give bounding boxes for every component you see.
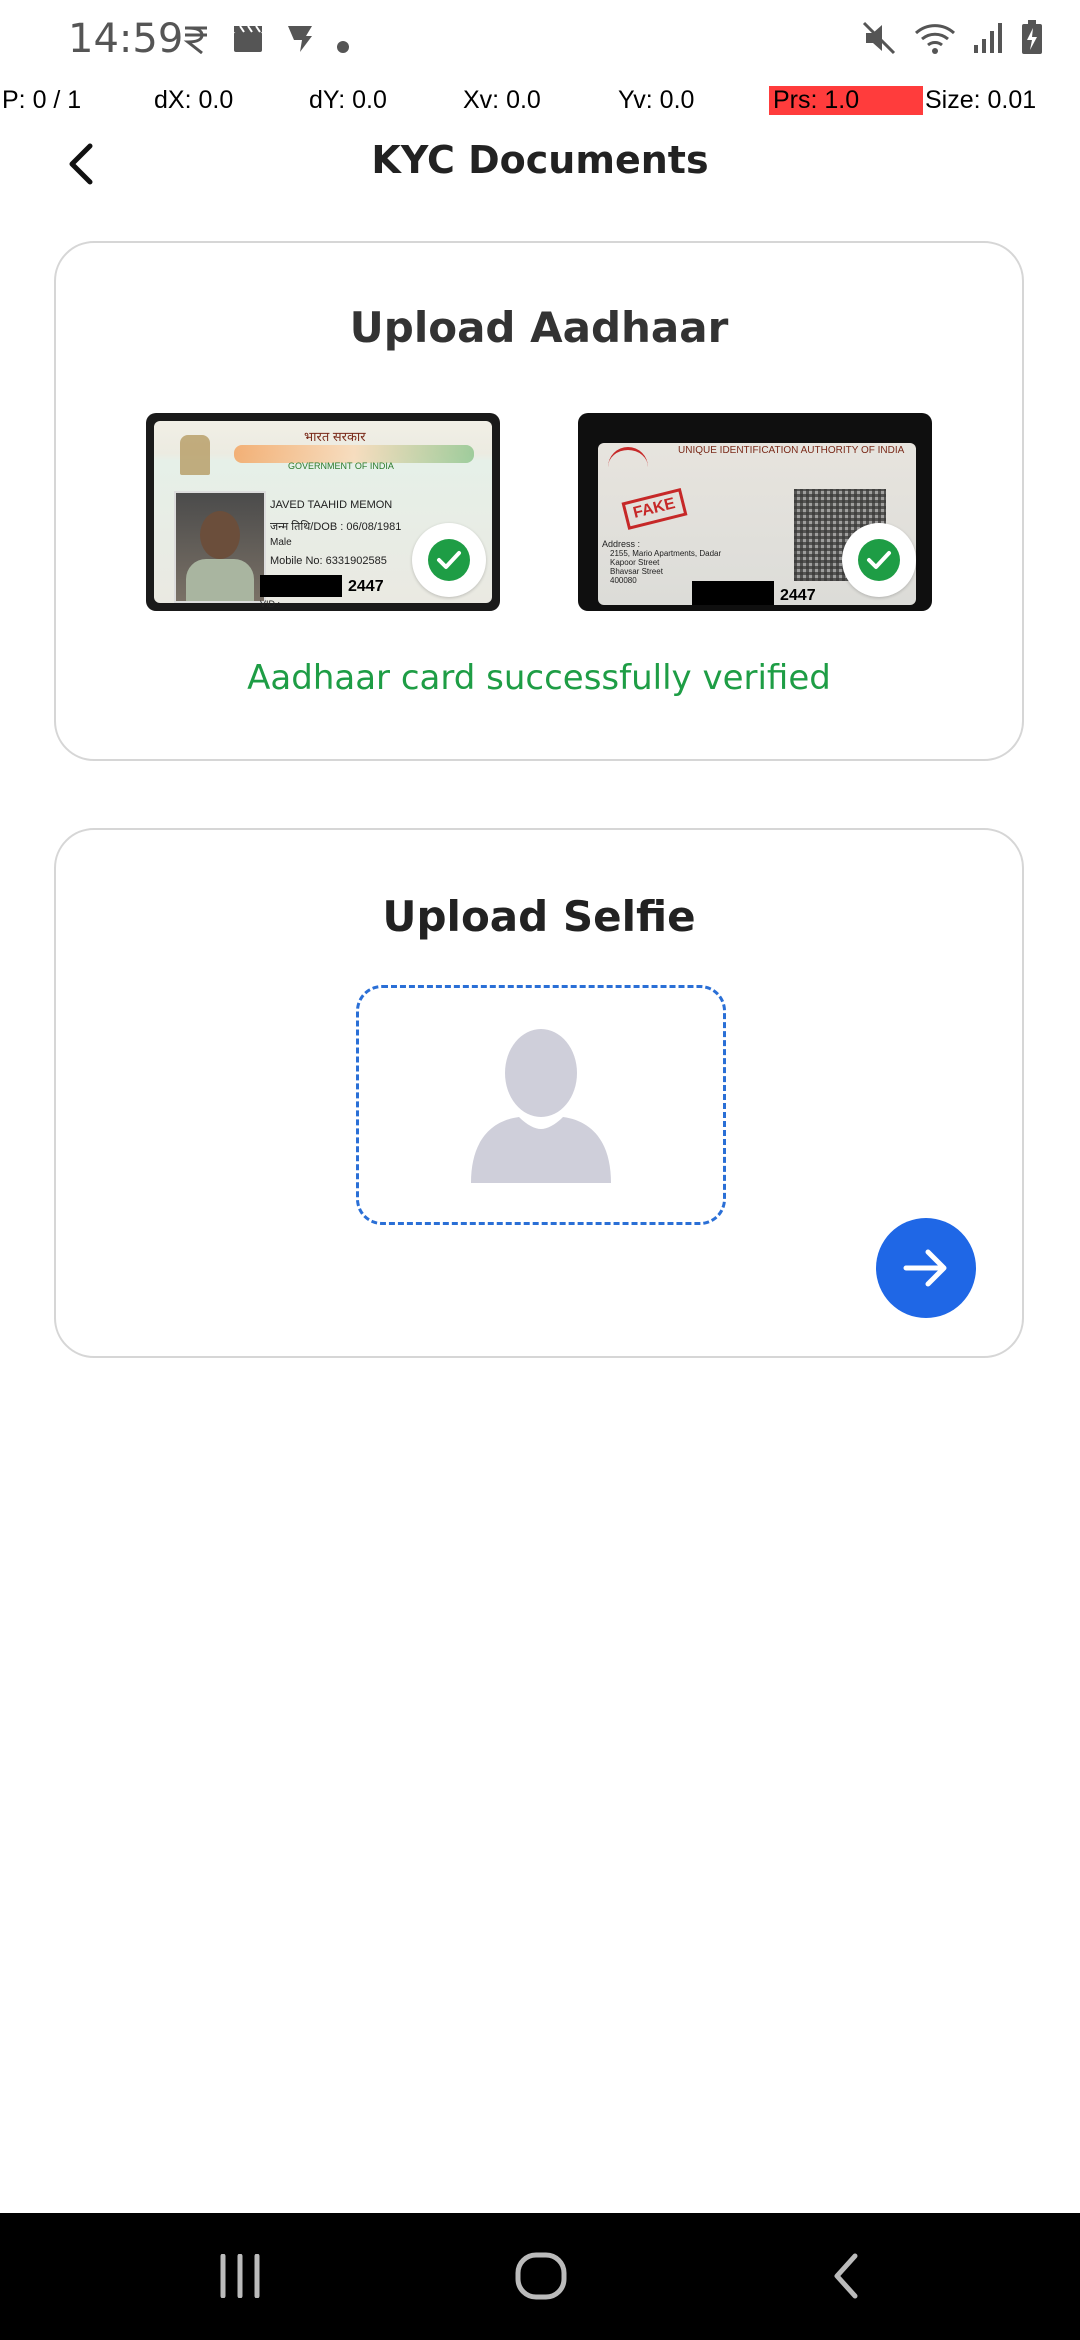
holder-mobile: Mobile No: 6331902585 (270, 555, 387, 567)
holder-gender: Male (270, 537, 292, 548)
pointer-pressure: Prs: 1.0 (769, 86, 923, 115)
vpn-icon (286, 22, 314, 63)
selfie-upload-area[interactable] (356, 985, 726, 1225)
status-time: 14:59 (68, 16, 184, 62)
app-header: KYC Documents (0, 122, 1080, 234)
fake-stamp: FAKE (621, 488, 688, 530)
pointer-location-overlay: P: 0 / 1 dX: 0.0 dY: 0.0 Xv: 0.0 Yv: 0.0… (0, 80, 1080, 122)
aadhaar-upload-card: Upload Aadhaar भारत सरकार GOVERNMENT OF … (54, 241, 1024, 761)
address-line-4: 400080 (610, 576, 637, 585)
pointer-dx: dX: 0.0 (154, 86, 234, 114)
holder-dob: जन्म तिथि/DOB : 06/08/1981 (270, 521, 402, 533)
aadhaar-back-image[interactable]: UNIQUE IDENTIFICATION AUTHORITY OF INDIA… (578, 413, 932, 611)
wifi-icon (914, 21, 956, 59)
status-left-icons (182, 22, 350, 63)
redaction-bar (260, 575, 342, 597)
clapperboard-icon (232, 23, 264, 63)
system-nav-bar (0, 2213, 1080, 2340)
status-right-icons (862, 20, 1044, 60)
address-line-2: Kapoor Street (610, 558, 660, 567)
holder-vid: VID : (260, 599, 281, 609)
arrow-right-icon (903, 1249, 947, 1287)
pointer-dy: dY: 0.0 (309, 86, 387, 114)
nav-back-button[interactable] (806, 2243, 886, 2309)
pointer-xv: Xv: 0.0 (463, 86, 541, 114)
selfie-upload-card: Upload Selfie (54, 828, 1024, 1358)
home-icon (515, 2252, 567, 2300)
check-icon (867, 551, 891, 569)
pointer-size: Size: 0.01 (925, 86, 1037, 114)
selfie-card-title: Upload Selfie (382, 892, 696, 941)
pointer-yv: Yv: 0.0 (618, 86, 695, 114)
next-button[interactable] (876, 1218, 976, 1318)
status-bar: 14:59 (0, 0, 1080, 82)
front-header-hi: भारत सरकार (304, 429, 366, 444)
front-verified-badge (412, 523, 486, 597)
pointer-count: P: 0 / 1 (2, 86, 82, 114)
aadhaar-front-image[interactable]: भारत सरकार GOVERNMENT OF INDIA JAVED TAA… (146, 413, 500, 611)
address-line-3: Bhavsar Street (610, 567, 663, 576)
redaction-bar (692, 581, 774, 605)
back-number-tail: 2447 (780, 587, 816, 604)
person-placeholder-icon (471, 1029, 611, 1183)
battery-charging-icon (1020, 20, 1044, 60)
recent-apps-icon (220, 2254, 260, 2298)
check-icon (437, 551, 461, 569)
rupee-icon (182, 23, 210, 63)
page-title: KYC Documents (371, 138, 709, 182)
address-label: Address : (602, 539, 641, 549)
home-button[interactable] (501, 2243, 581, 2309)
address-line-1: 2155, Mario Apartments, Dadar (610, 549, 722, 558)
back-authority: UNIQUE IDENTIFICATION AUTHORITY OF INDIA (678, 445, 905, 456)
aadhaar-card-title: Upload Aadhaar (349, 303, 729, 352)
dot-icon (336, 23, 350, 63)
recent-apps-button[interactable] (200, 2243, 280, 2309)
aadhaar-verified-message: Aadhaar card successfully verified (247, 658, 831, 698)
back-icon (834, 2253, 858, 2299)
front-header-en: GOVERNMENT OF INDIA (288, 461, 394, 471)
holder-photo (174, 491, 266, 603)
back-verified-badge (842, 523, 916, 597)
mute-icon (862, 21, 898, 59)
holder-name: JAVED TAAHID MEMON (270, 499, 393, 511)
emblem-icon (180, 435, 210, 475)
aadhaar-number-tail: 2447 (348, 578, 384, 595)
signal-icon (972, 21, 1004, 59)
aadhaar-logo-icon (608, 447, 648, 470)
